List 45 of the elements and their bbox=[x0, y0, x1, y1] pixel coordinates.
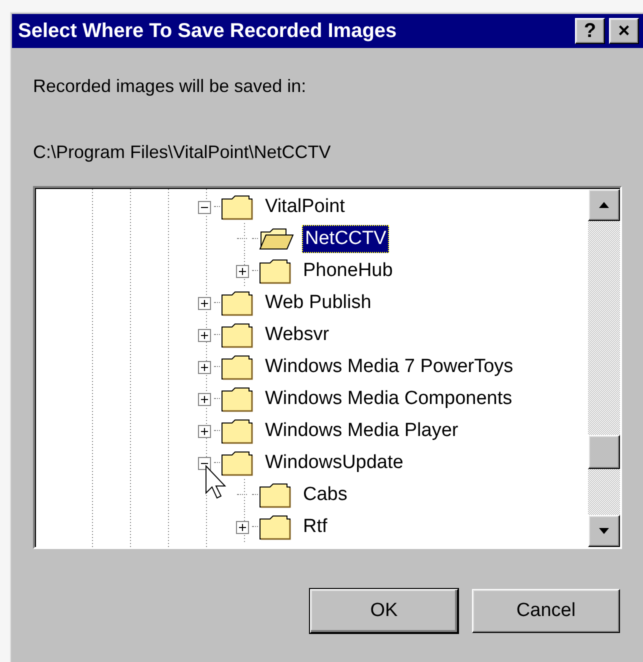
up-arrow-icon bbox=[599, 202, 609, 208]
collapse-toggle[interactable] bbox=[198, 200, 210, 214]
tree-item[interactable]: Rtf bbox=[300, 513, 330, 541]
scroll-up-button[interactable] bbox=[588, 189, 620, 221]
tree-item[interactable]: Web Publish bbox=[262, 289, 374, 317]
expand-toggle[interactable] bbox=[198, 360, 210, 374]
tree-item[interactable]: Windows Media Player bbox=[262, 417, 462, 445]
scrollbar[interactable] bbox=[588, 188, 620, 547]
open-folder-icon bbox=[258, 226, 294, 252]
scroll-thumb[interactable] bbox=[588, 435, 620, 469]
tree-item[interactable]: Cabs bbox=[300, 481, 350, 509]
tree-item[interactable]: NetCCTV bbox=[302, 225, 390, 253]
tree-item[interactable]: VitalPoint bbox=[262, 193, 348, 221]
folder-icon bbox=[220, 322, 254, 348]
folder-icon bbox=[258, 258, 292, 284]
window-title: Select Where To Save Recorded Images bbox=[18, 20, 398, 42]
down-arrow-icon bbox=[599, 528, 609, 534]
tree-item[interactable]: WindowsUpdate bbox=[262, 449, 406, 477]
expand-toggle[interactable] bbox=[198, 392, 210, 406]
folder-path: C:\Program Files\VitalPoint\NetCCTV bbox=[33, 142, 331, 162]
expand-toggle[interactable] bbox=[236, 264, 248, 278]
folder-icon bbox=[258, 482, 292, 508]
scroll-down-button[interactable] bbox=[588, 515, 620, 547]
expand-toggle[interactable] bbox=[236, 520, 248, 534]
folder-label: Recorded images will be saved in: bbox=[33, 76, 306, 96]
folder-icon bbox=[220, 194, 254, 220]
help-button[interactable]: ? bbox=[575, 18, 605, 44]
folder-icon bbox=[258, 514, 292, 540]
tree-item[interactable]: Windows Media Components bbox=[262, 385, 516, 413]
folder-icon bbox=[220, 418, 254, 444]
expand-toggle[interactable] bbox=[198, 296, 210, 310]
tree-item[interactable]: Windows Media 7 PowerToys bbox=[262, 353, 516, 381]
tree-item[interactable]: PhoneHub bbox=[300, 257, 396, 285]
mouse-pointer-icon bbox=[205, 465, 229, 501]
folder-icon bbox=[220, 290, 254, 316]
collapse-toggle[interactable] bbox=[198, 456, 210, 470]
folder-icon bbox=[220, 354, 254, 380]
expand-toggle[interactable] bbox=[198, 328, 210, 342]
cancel-button[interactable]: Cancel bbox=[472, 589, 620, 633]
tree-item[interactable]: Websvr bbox=[262, 321, 332, 349]
folder-icon bbox=[220, 386, 254, 412]
ok-button[interactable]: OK bbox=[310, 589, 458, 633]
close-button[interactable]: × bbox=[609, 18, 639, 44]
expand-toggle[interactable] bbox=[198, 424, 210, 438]
folder-icon bbox=[220, 450, 254, 476]
